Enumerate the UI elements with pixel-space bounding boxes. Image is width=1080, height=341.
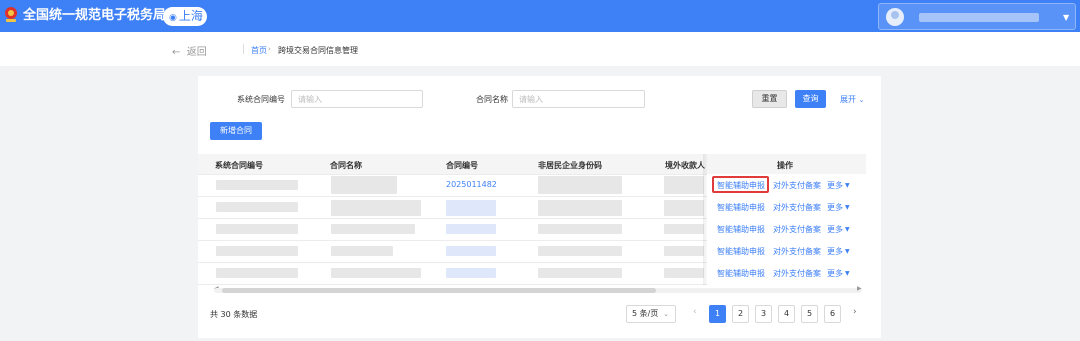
payment-filing-link[interactable]: 对外支付备案 [773, 246, 821, 257]
more-menu[interactable]: 更多 [827, 180, 843, 191]
caret-down-icon: ▼ [845, 248, 850, 255]
redacted-cell [664, 224, 704, 234]
scroll-right-icon[interactable]: ▶ [857, 285, 862, 292]
breadcrumb-current: 跨境交易合同信息管理 [278, 46, 358, 55]
more-menu[interactable]: 更多 [827, 268, 843, 279]
redacted-cell [664, 246, 704, 256]
col-header-contract-no: 合同编号 [446, 161, 478, 170]
top-header: 全国统一规范电子税务局 ◉ 上海 ▼ [0, 0, 1080, 32]
redacted-cell [538, 246, 622, 256]
col-header-operations: 操作 [777, 161, 793, 170]
contract-sys-no-input[interactable] [291, 90, 423, 108]
location-pin-icon: ◉ [169, 13, 177, 23]
page-button[interactable]: 4 [778, 305, 795, 323]
col-header-nonresident-code: 非居民企业身份码 [538, 161, 602, 170]
total-count: 共 30 条数据 [210, 310, 258, 319]
payment-filing-link[interactable]: 对外支付备案 [773, 268, 821, 279]
more-menu[interactable]: 更多 [827, 246, 843, 257]
page-button[interactable]: 5 [801, 305, 818, 323]
smart-declare-link[interactable]: 智能辅助申报 [717, 268, 765, 279]
scrollbar-thumb[interactable] [222, 288, 656, 293]
chevron-down-icon: ⌄ [858, 96, 865, 104]
user-avatar-icon [886, 8, 904, 26]
query-button[interactable]: 查询 [795, 90, 826, 108]
chevron-down-icon: ⌄ [663, 310, 669, 318]
caret-down-icon: ▼ [845, 182, 850, 189]
breadcrumb-home[interactable]: 首页 [251, 45, 267, 56]
expand-label: 展开 [840, 95, 856, 104]
redacted-cell [331, 224, 415, 234]
redacted-cell [216, 268, 298, 278]
redacted-cell [538, 200, 622, 216]
smart-declare-link[interactable]: 智能辅助申报 [717, 246, 765, 257]
contract-sys-no-label: 系统合同编号 [237, 95, 285, 104]
chevron-right-icon: › [268, 45, 271, 53]
add-contract-button[interactable]: 新增合同 [210, 122, 262, 140]
redacted-cell [331, 200, 421, 216]
contract-name-input[interactable] [512, 90, 645, 108]
redacted-cell [538, 176, 622, 194]
reset-button[interactable]: 重置 [752, 90, 787, 108]
user-name-redacted [919, 13, 1039, 22]
smart-declare-link[interactable]: 智能辅助申报 [717, 202, 765, 213]
caret-down-icon: ▼ [845, 270, 850, 277]
page-size-select[interactable]: 5 条/页 ⌄ [626, 305, 676, 323]
redacted-cell [216, 246, 298, 256]
more-menu[interactable]: 更多 [827, 202, 843, 213]
page-button[interactable]: 6 [824, 305, 841, 323]
page-button[interactable]: 2 [732, 305, 749, 323]
caret-down-icon: ▼ [845, 204, 850, 211]
redacted-contract-no [446, 246, 496, 256]
horizontal-scrollbar[interactable] [214, 288, 862, 293]
redacted-contract-no [446, 224, 496, 234]
region-selector[interactable]: ◉ 上海 [163, 7, 207, 26]
site-title: 全国统一规范电子税务局 [23, 8, 167, 23]
redacted-cell [538, 268, 622, 278]
smart-declare-link[interactable]: 智能辅助申报 [717, 224, 765, 235]
breadcrumb: ← 返回 首页 › 跨境交易合同信息管理 [0, 32, 1080, 66]
payment-filing-link[interactable]: 对外支付备案 [773, 202, 821, 213]
contract-no-link[interactable]: 2025011482 [446, 180, 497, 189]
expand-toggle[interactable]: 展开 ⌄ [840, 94, 864, 105]
caret-down-icon: ▼ [1063, 13, 1070, 22]
redacted-contract-no [446, 268, 496, 278]
user-menu[interactable]: ▼ [878, 3, 1076, 30]
redacted-cell [216, 224, 298, 234]
payment-filing-link[interactable]: 对外支付备案 [773, 224, 821, 235]
redacted-cell [331, 246, 393, 256]
redacted-cell [331, 176, 397, 194]
caret-down-icon: ▼ [845, 226, 850, 233]
redacted-cell [538, 224, 622, 234]
col-header-contract-name: 合同名称 [330, 161, 362, 170]
redacted-cell [216, 202, 298, 212]
highlight-annotation [712, 176, 769, 193]
back-label: 返回 [186, 47, 207, 58]
region-label: 上海 [178, 9, 203, 23]
page-button[interactable]: 1 [709, 305, 726, 323]
redacted-cell [664, 200, 704, 216]
redacted-contract-no [446, 200, 496, 216]
redacted-cell [216, 180, 298, 190]
breadcrumb-divider [243, 44, 244, 54]
page-button[interactable]: 3 [755, 305, 772, 323]
prev-page-icon[interactable]: ‹ [693, 307, 697, 317]
main-panel: 系统合同编号 合同名称 重置 查询 展开 ⌄ 新增合同 系统合同编号 合同名称 … [198, 76, 881, 338]
redacted-cell [664, 176, 704, 194]
col-header-payee: 境外收款人 [665, 161, 705, 170]
payment-filing-link[interactable]: 对外支付备案 [773, 180, 821, 191]
col-header-sys-no: 系统合同编号 [215, 161, 263, 170]
next-page-icon[interactable]: › [853, 307, 857, 317]
back-link[interactable]: ← 返回 [172, 43, 207, 58]
redacted-cell [331, 268, 421, 278]
more-menu[interactable]: 更多 [827, 224, 843, 235]
national-emblem-icon [5, 7, 17, 22]
redacted-cell [664, 268, 704, 278]
contract-name-label: 合同名称 [476, 95, 508, 104]
page-size-value: 5 条/页 [632, 309, 659, 318]
